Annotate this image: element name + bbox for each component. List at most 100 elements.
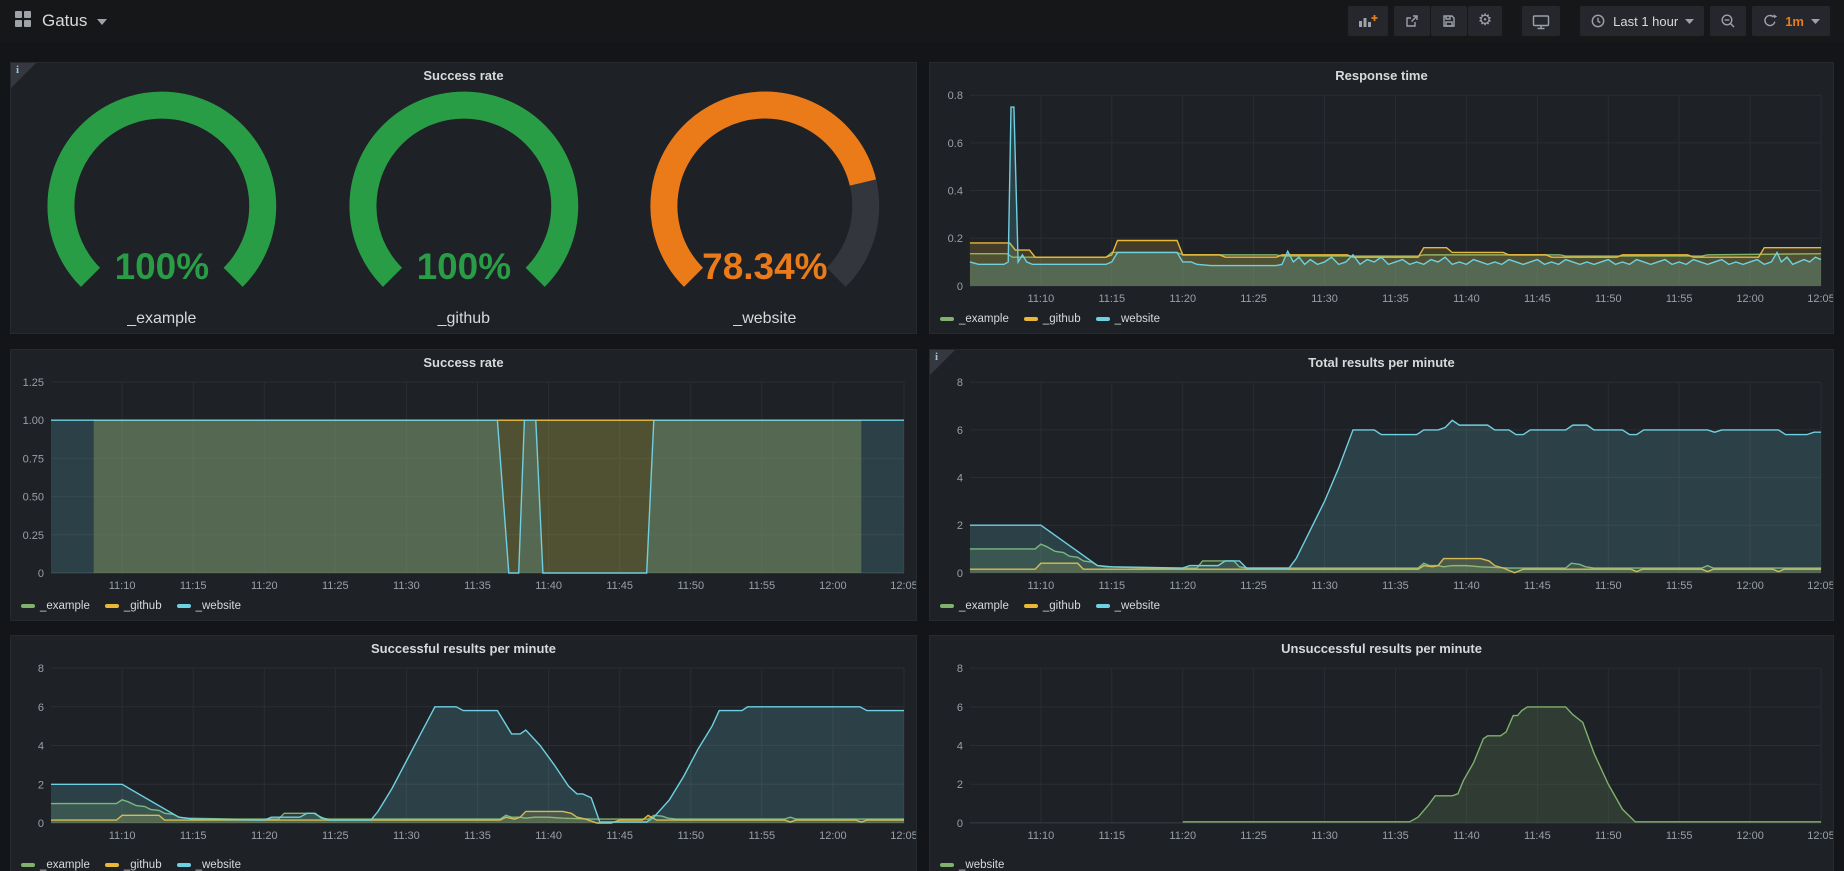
add-panel-button[interactable] xyxy=(1348,6,1388,36)
clock-icon xyxy=(1590,13,1606,29)
time-range-picker[interactable]: Last 1 hour xyxy=(1580,6,1704,36)
svg-text:100%: 100% xyxy=(115,246,209,287)
svg-text:0.6: 0.6 xyxy=(948,138,963,150)
svg-text:4: 4 xyxy=(957,741,963,753)
svg-text:0: 0 xyxy=(38,568,44,580)
apps-grid-icon[interactable] xyxy=(14,10,32,33)
info-icon[interactable]: i xyxy=(11,63,36,88)
legend-color-chip xyxy=(105,604,119,608)
panel-title[interactable]: Successful results per minute xyxy=(11,636,916,662)
settings-button[interactable]: ⚙ xyxy=(1468,6,1502,36)
svg-text:_example: _example xyxy=(126,310,196,327)
svg-text:11:40: 11:40 xyxy=(1453,580,1480,592)
svg-text:11:55: 11:55 xyxy=(748,580,775,592)
legend-item[interactable]: _github xyxy=(1024,313,1081,325)
svg-text:11:50: 11:50 xyxy=(677,580,704,592)
share-button[interactable] xyxy=(1394,6,1430,36)
svg-text:11:45: 11:45 xyxy=(606,580,633,592)
legend-item[interactable]: _website xyxy=(177,859,241,871)
svg-text:11:30: 11:30 xyxy=(1311,580,1338,592)
legend-item[interactable]: _website xyxy=(940,859,1004,871)
svg-text:_website: _website xyxy=(733,310,797,327)
legend-item[interactable]: _github xyxy=(1024,600,1081,612)
legend-item[interactable]: _website xyxy=(1096,313,1160,325)
refresh-picker[interactable]: 1m xyxy=(1752,6,1830,36)
svg-text:11:25: 11:25 xyxy=(322,830,349,842)
gauge-github: 100%_github xyxy=(313,89,615,335)
svg-text:12:00: 12:00 xyxy=(1736,580,1763,592)
svg-text:11:35: 11:35 xyxy=(1382,830,1409,842)
svg-text:4: 4 xyxy=(38,741,44,753)
grafana-dashboard: Gatus xyxy=(0,0,1844,871)
timeseries-chart[interactable]: 11:1011:1511:2011:2511:3011:3511:4011:45… xyxy=(11,662,916,844)
svg-text:11:35: 11:35 xyxy=(464,830,491,842)
svg-text:12:00: 12:00 xyxy=(1736,830,1763,842)
legend-color-chip xyxy=(940,863,954,867)
panel-title[interactable]: Total results per minute xyxy=(930,350,1833,376)
svg-text:11:15: 11:15 xyxy=(1098,293,1125,305)
svg-text:12:00: 12:00 xyxy=(819,830,847,842)
legend-item[interactable]: _website xyxy=(177,600,241,612)
legend-item[interactable]: _example xyxy=(21,859,90,871)
panel-title[interactable]: Response time xyxy=(930,63,1833,89)
svg-text:11:15: 11:15 xyxy=(1098,830,1125,842)
legend-item[interactable]: _github xyxy=(105,859,162,871)
svg-text:4: 4 xyxy=(957,473,963,485)
svg-text:12:05: 12:05 xyxy=(1807,293,1833,305)
legend-item[interactable]: _github xyxy=(105,600,162,612)
chart-legend: _example _github _website xyxy=(930,313,1833,333)
svg-text:11:50: 11:50 xyxy=(677,830,704,842)
legend-item[interactable]: _example xyxy=(21,600,90,612)
svg-text:11:25: 11:25 xyxy=(1240,580,1267,592)
svg-text:0.8: 0.8 xyxy=(948,90,963,102)
svg-text:11:40: 11:40 xyxy=(535,580,562,592)
svg-text:1.00: 1.00 xyxy=(23,415,44,427)
svg-text:11:10: 11:10 xyxy=(1028,580,1055,592)
legend-item[interactable]: _example xyxy=(940,313,1009,325)
panel-title[interactable]: Success rate xyxy=(11,63,916,89)
caret-down-icon xyxy=(1685,19,1694,24)
panel-response-time: Response time 11:1011:1511:2011:2511:301… xyxy=(929,62,1834,334)
svg-text:11:45: 11:45 xyxy=(1524,830,1551,842)
timeseries-chart[interactable]: 11:1011:1511:2011:2511:3011:3511:4011:45… xyxy=(930,89,1833,305)
timeseries-chart[interactable]: 11:1011:1511:2011:2511:3011:3511:4011:45… xyxy=(930,376,1833,592)
info-icon[interactable]: i xyxy=(930,350,955,375)
svg-text:0: 0 xyxy=(957,568,963,580)
legend-color-chip xyxy=(21,604,35,608)
time-range-label: Last 1 hour xyxy=(1613,14,1678,29)
svg-text:11:45: 11:45 xyxy=(606,830,633,842)
chart-legend: _example _github _website xyxy=(930,600,1833,620)
svg-text:0: 0 xyxy=(957,818,963,830)
svg-text:11:50: 11:50 xyxy=(1595,580,1622,592)
svg-text:11:45: 11:45 xyxy=(1524,580,1551,592)
save-button[interactable] xyxy=(1431,6,1467,36)
caret-down-icon[interactable] xyxy=(97,12,107,30)
refresh-interval-label: 1m xyxy=(1785,14,1804,29)
svg-text:11:25: 11:25 xyxy=(1240,293,1267,305)
svg-text:0.2: 0.2 xyxy=(948,233,963,245)
legend-item[interactable]: _example xyxy=(940,600,1009,612)
legend-item[interactable]: _website xyxy=(1096,600,1160,612)
svg-text:1.25: 1.25 xyxy=(23,377,44,389)
svg-text:12:00: 12:00 xyxy=(1736,293,1763,305)
timeseries-chart[interactable]: 11:1011:1511:2011:2511:3011:3511:4011:45… xyxy=(930,662,1833,844)
zoom-out-button[interactable] xyxy=(1710,6,1746,36)
legend-color-chip xyxy=(1096,604,1110,608)
legend-color-chip xyxy=(177,863,191,867)
svg-text:11:15: 11:15 xyxy=(180,830,207,842)
zoom-out-icon xyxy=(1720,13,1736,29)
svg-text:11:15: 11:15 xyxy=(1098,580,1125,592)
svg-text:0: 0 xyxy=(38,818,44,830)
tv-mode-button[interactable] xyxy=(1522,6,1560,36)
svg-text:_github: _github xyxy=(436,310,490,327)
gear-icon: ⚙ xyxy=(1478,13,1492,29)
panel-title[interactable]: Unsuccessful results per minute xyxy=(930,636,1833,662)
panel-title[interactable]: Success rate xyxy=(11,350,916,376)
timeseries-chart[interactable]: 11:1011:1511:2011:2511:3011:3511:4011:45… xyxy=(11,376,916,592)
svg-text:8: 8 xyxy=(38,663,44,675)
svg-text:6: 6 xyxy=(957,702,963,714)
dashboard-title[interactable]: Gatus xyxy=(42,11,87,31)
svg-text:11:20: 11:20 xyxy=(251,580,278,592)
svg-text:8: 8 xyxy=(957,663,963,675)
svg-text:11:10: 11:10 xyxy=(109,830,136,842)
